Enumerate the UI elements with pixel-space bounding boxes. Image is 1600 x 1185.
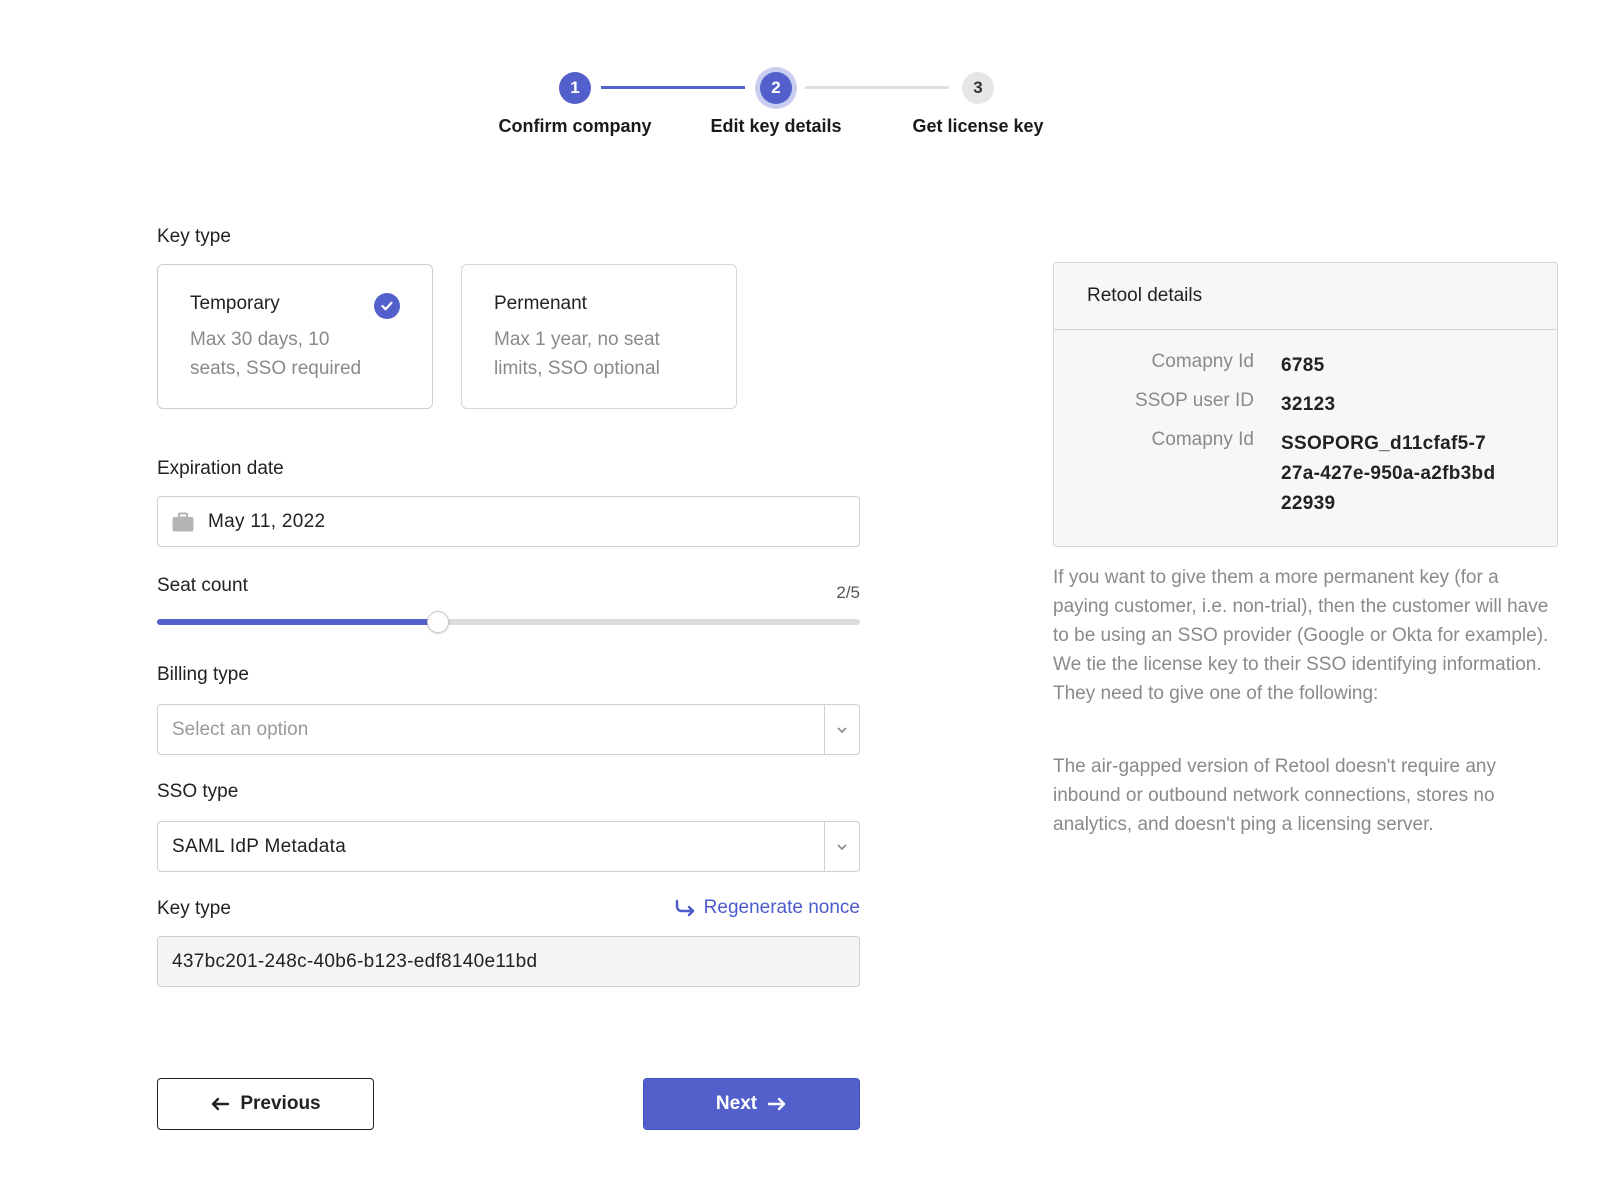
seat-count-label: Seat count <box>157 575 248 596</box>
expiration-date-label: Expiration date <box>157 458 284 479</box>
detail-key: SSOP user ID <box>1135 390 1254 411</box>
arrow-left-icon <box>210 1097 230 1111</box>
next-button-label: Next <box>715 1093 758 1114</box>
regenerate-nonce-text: Regenerate nonce <box>703 897 860 918</box>
key-type-description: Max 30 days, 10 seats, SSO required <box>190 329 362 379</box>
previous-button[interactable]: Previous <box>157 1078 374 1130</box>
detail-value: 6785 <box>1281 355 1325 376</box>
chevron-down-icon[interactable] <box>824 822 859 871</box>
step-1-label: Confirm company <box>498 116 652 136</box>
sso-type-label: SSO type <box>157 781 239 802</box>
billing-type-select[interactable]: Select an option <box>157 704 860 755</box>
seat-count-slider[interactable] <box>157 611 860 633</box>
sso-type-value: SAML IdP Metadata <box>172 835 347 857</box>
progress-stepper: 1 2 3 Confirm company Edit key details G… <box>0 0 1600 160</box>
slider-handle[interactable] <box>427 611 449 633</box>
step-2-label: Edit key details <box>710 116 842 136</box>
key-type-card-temporary[interactable]: Temporary Max 30 days, 10 seats, SSO req… <box>157 264 433 409</box>
detail-value: SSOPORG_d11cfaf5-727a-427e-950a-a2fb3bd2… <box>1281 433 1496 514</box>
check-circle-icon <box>374 293 400 319</box>
retool-details-title: Retool details <box>1054 263 1557 330</box>
nonce-value: 437bc201-248c-40b6-b123-edf8140e11bd <box>172 950 538 972</box>
sso-type-select[interactable]: SAML IdP Metadata <box>157 821 860 872</box>
expiration-date-value: May 11, 2022 <box>208 510 326 532</box>
key-type-card-permanent[interactable]: Permenant Max 1 year, no seat limits, SS… <box>461 264 737 409</box>
help-paragraph-2: The air-gapped version of Retool doesn't… <box>1053 756 1497 835</box>
billing-type-label: Billing type <box>157 664 249 685</box>
key-type-title: Permenant <box>494 293 587 314</box>
regenerate-nonce-link[interactable]: Regenerate nonce <box>674 897 860 919</box>
key-type-description: Max 1 year, no seat limits, SSO optional <box>494 329 660 379</box>
step-connector-1 <box>601 86 745 89</box>
slider-fill <box>157 619 438 625</box>
seat-count-value: 2/5 <box>836 583 860 602</box>
step-3-label: Get license key <box>912 116 1044 136</box>
retool-details-panel: Retool details Comapny Id 6785 SSOP user… <box>1053 262 1558 547</box>
next-button[interactable]: Next <box>643 1078 860 1130</box>
step-1-indicator[interactable]: 1 <box>559 72 591 104</box>
nonce-input[interactable]: 437bc201-248c-40b6-b123-edf8140e11bd <box>157 936 860 987</box>
billing-type-placeholder: Select an option <box>172 718 309 740</box>
detail-key: Comapny Id <box>1151 429 1254 450</box>
expiration-date-input[interactable]: May 11, 2022 <box>157 496 860 547</box>
previous-button-label: Previous <box>240 1093 321 1114</box>
step-connector-2 <box>805 86 949 89</box>
detail-value: 32123 <box>1281 394 1336 415</box>
chevron-down-icon[interactable] <box>824 705 859 754</box>
step-3-indicator[interactable]: 3 <box>962 72 994 104</box>
key-type-title: Temporary <box>190 293 280 314</box>
detail-key: Comapny Id <box>1151 351 1254 372</box>
briefcase-icon <box>172 512 194 532</box>
step-2-indicator[interactable]: 2 <box>760 72 792 104</box>
redo-arrow-icon <box>674 899 696 917</box>
nonce-label: Key type <box>157 898 231 919</box>
help-paragraph-1: If you want to give them a more permanen… <box>1053 567 1549 704</box>
arrow-right-icon <box>767 1097 787 1111</box>
key-type-label: Key type <box>157 226 231 247</box>
